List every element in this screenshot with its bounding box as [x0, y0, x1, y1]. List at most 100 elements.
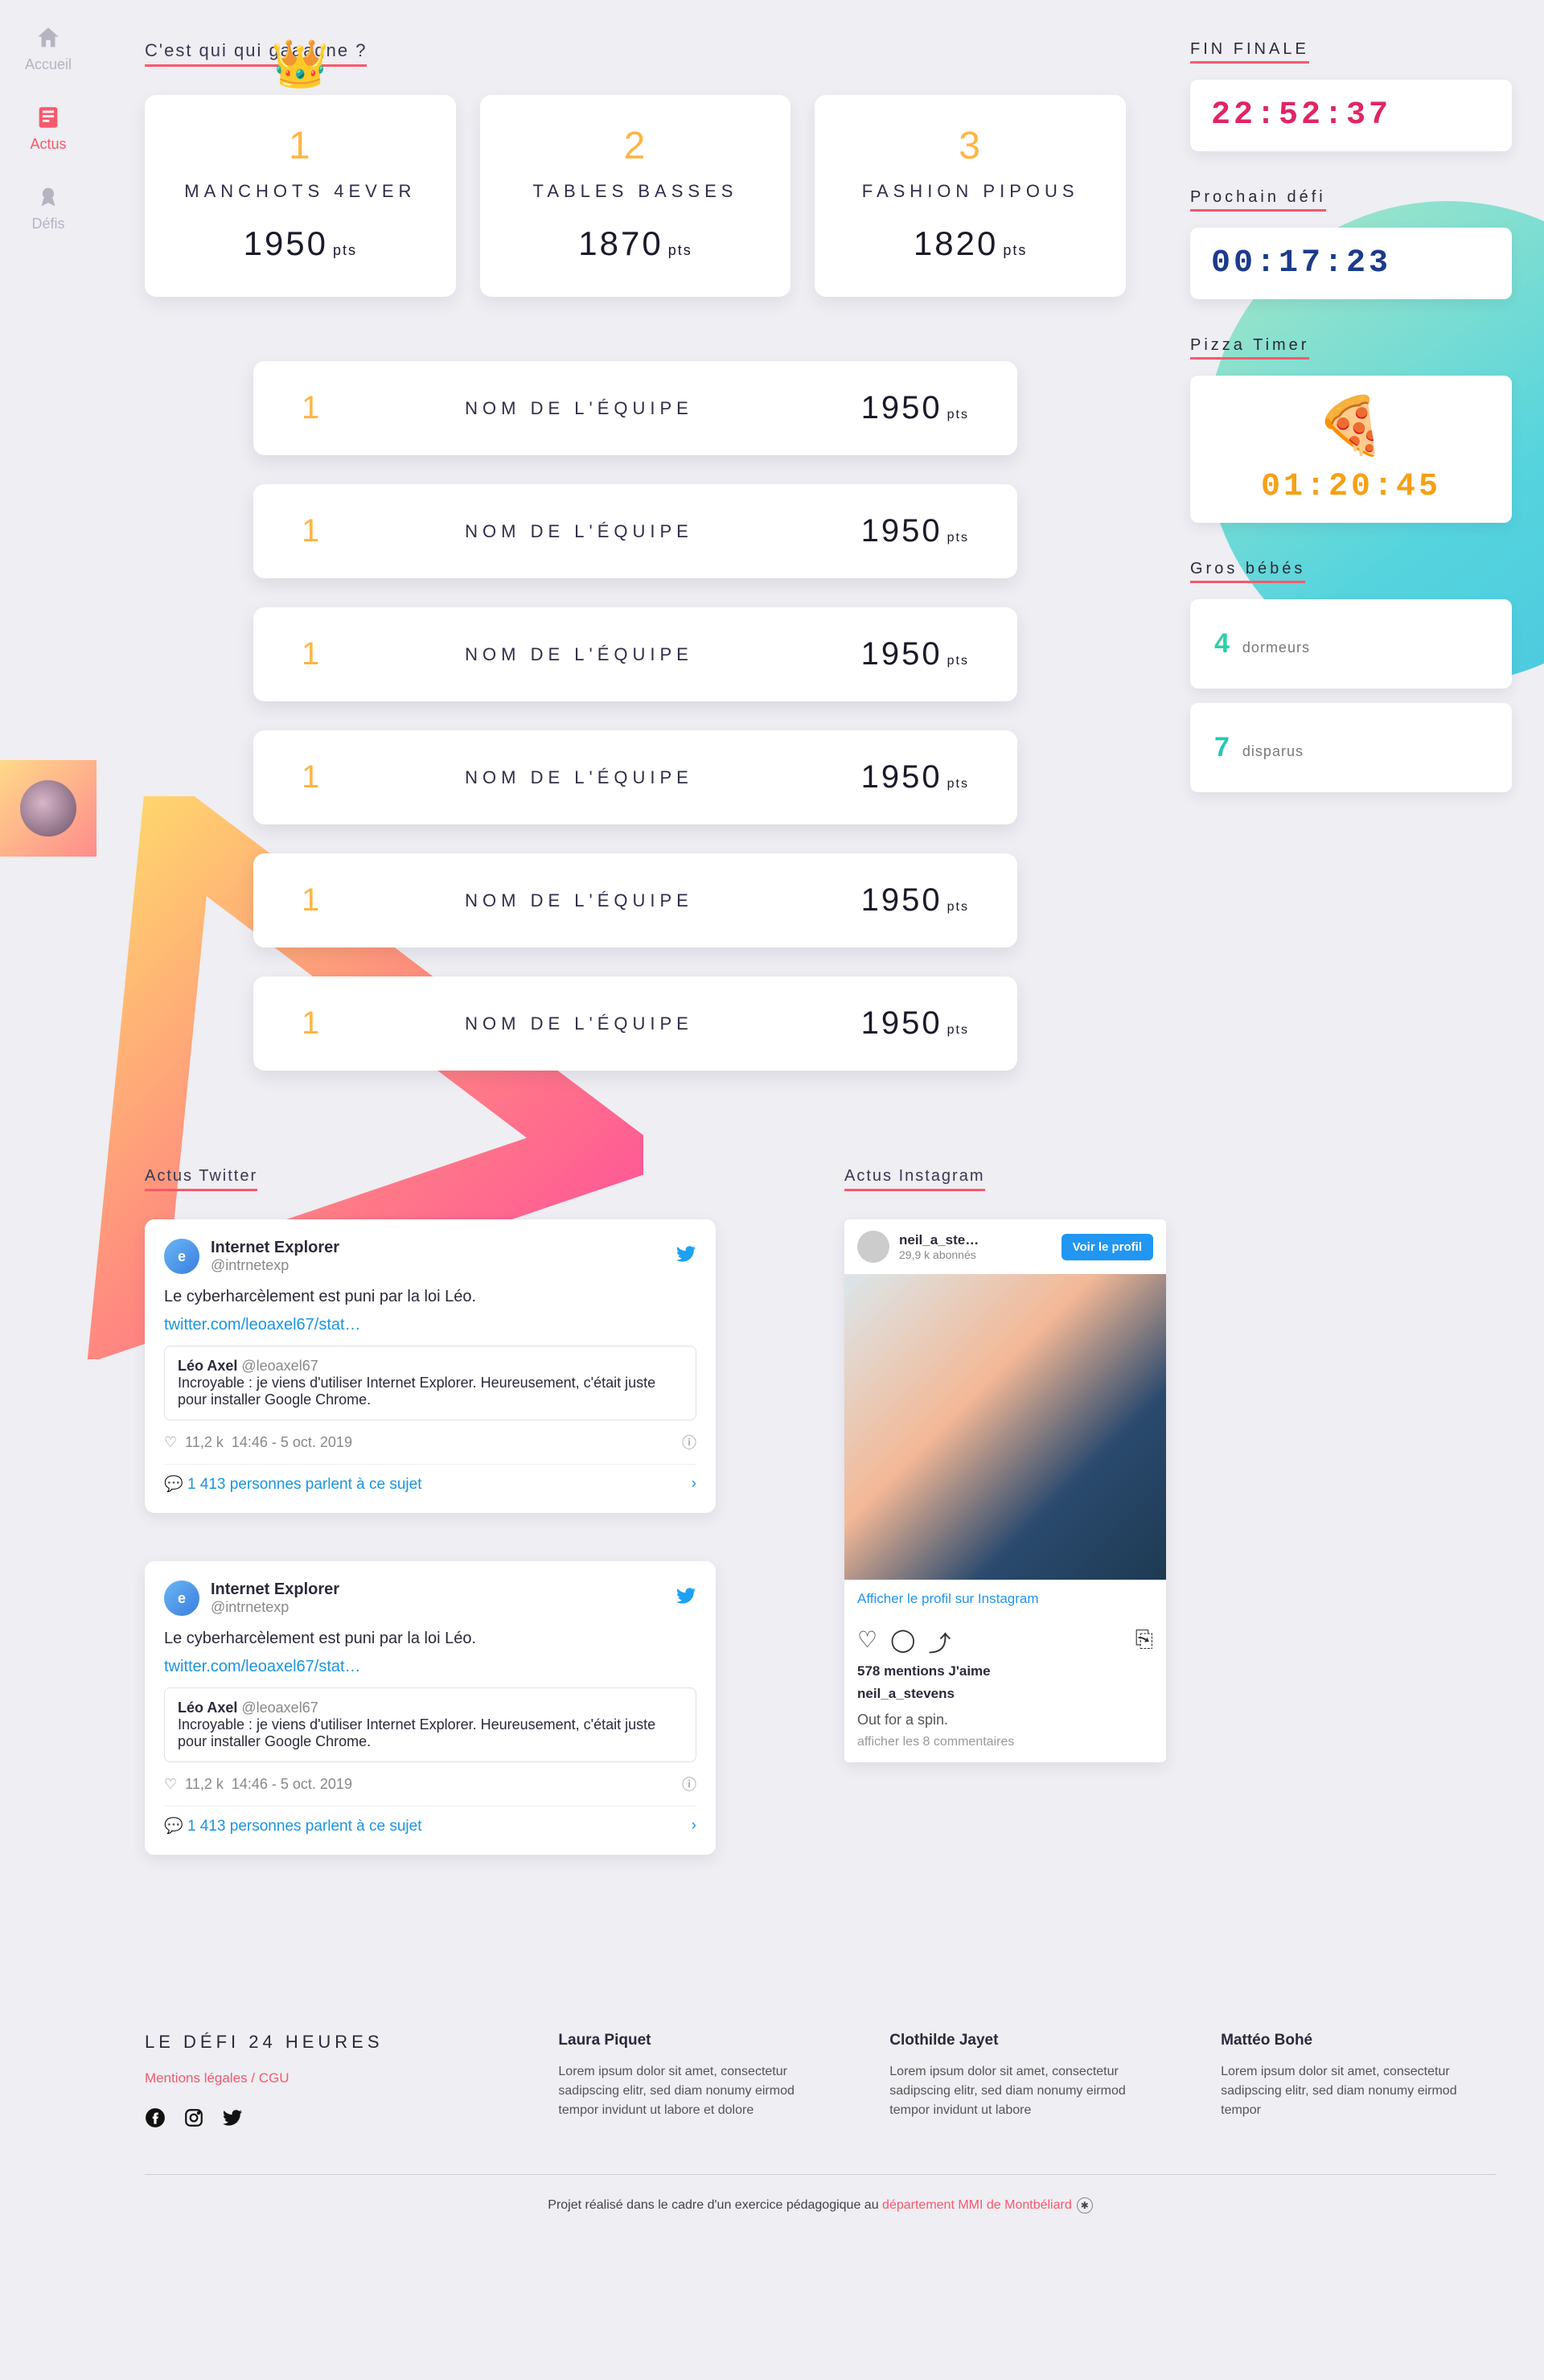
footer-col: Mattéo Bohé Lorem ipsum dolor sit amet, … — [1221, 2032, 1496, 2134]
tweet-talk-link[interactable]: 💬 1 413 personnes parlent à ce sujet › — [164, 1464, 696, 1494]
tweet-meta: ♡ 11,2 k 14:46 - 5 oct. 2019 ⓘ — [164, 1774, 696, 1794]
timer-next-value: 00:17:23 — [1211, 245, 1491, 282]
tweet-quote[interactable]: Léo Axel @leoaxel67 Incroyable : je vien… — [164, 1346, 696, 1420]
info-icon[interactable]: ⓘ — [682, 1432, 696, 1453]
widget-next: Prochain défi 00:17:23 — [1190, 188, 1512, 299]
instagram-followers: 29,9 k abonnés — [899, 1248, 979, 1261]
instagram-view-profile-button[interactable]: Voir le profil — [1062, 1234, 1153, 1260]
facebook-icon[interactable] — [145, 2107, 166, 2134]
podium-team: FASHION PIPOUS — [831, 181, 1110, 202]
twitter-feed: Actus Twitter e Internet Explorer @intrn… — [145, 1167, 716, 1903]
tweet-link[interactable]: twitter.com/leoaxel67/stat… — [164, 1316, 361, 1334]
right-widgets: FIN FINALE 22:52:37 Prochain défi 00:17:… — [1190, 40, 1512, 1071]
nav-home[interactable]: Accueil — [25, 24, 72, 73]
heart-icon[interactable]: ♡ — [164, 1434, 177, 1451]
tweet-link[interactable]: twitter.com/leoaxel67/stat… — [164, 1658, 361, 1675]
heart-icon[interactable]: ♡ — [857, 1626, 877, 1659]
pizza-icon: 🍕 — [1211, 393, 1491, 459]
user-avatar-card[interactable] — [0, 760, 96, 857]
instagram-icon[interactable] — [183, 2107, 204, 2134]
widget-babies: Gros bébés 4dormeurs 7disparus — [1190, 560, 1512, 792]
timer-final-value: 22:52:37 — [1211, 97, 1491, 134]
tweet-user: Internet Explorer — [211, 1239, 339, 1257]
widget-final: FIN FINALE 22:52:37 — [1190, 40, 1512, 151]
podium-points: 1950pts — [161, 224, 440, 263]
twitter-bird-icon — [676, 1243, 696, 1270]
instagram-comments-link[interactable]: afficher les 8 commentaires — [844, 1732, 1166, 1762]
team-row[interactable]: 1 NOM DE L'ÉQUIPE 1950pts — [253, 976, 1017, 1071]
tweet-body: Le cyberharcèlement est puni par la loi … — [164, 1627, 696, 1650]
instagram-feed: Actus Instagram neil_a_ste… 29,9 k abonn… — [844, 1167, 1415, 1903]
podium-card-1[interactable]: 👑 1 MANCHOTS 4EVER 1950pts — [145, 95, 456, 297]
instagram-image[interactable] — [844, 1274, 1166, 1580]
podium-points: 1870pts — [496, 224, 775, 263]
tweet-handle: @intrnetexp — [211, 1599, 339, 1616]
instagram-card[interactable]: neil_a_ste… 29,9 k abonnés Voir le profi… — [844, 1219, 1166, 1762]
twitter-icon[interactable] — [222, 2107, 243, 2134]
podium-card-2[interactable]: 2 TABLES BASSES 1870pts — [480, 95, 791, 297]
comment-icon[interactable]: ◯ — [890, 1626, 915, 1659]
team-row[interactable]: 1 NOM DE L'ÉQUIPE 1950pts — [253, 607, 1017, 701]
podium-team: TABLES BASSES — [496, 181, 775, 202]
twitter-bird-icon — [676, 1585, 696, 1612]
footer-col: Clothilde Jayet Lorem ipsum dolor sit am… — [889, 2032, 1164, 2134]
nav-defis[interactable]: Défis — [31, 183, 64, 232]
missing-count: 7 — [1214, 732, 1230, 763]
widget-babies-title: Gros bébés — [1190, 560, 1305, 583]
tweet-talk-link[interactable]: 💬 1 413 personnes parlent à ce sujet › — [164, 1806, 696, 1835]
podium-team: MANCHOTS 4EVER — [161, 181, 440, 202]
instagram-username: neil_a_stevens — [844, 1684, 1166, 1704]
podium-points: 1820pts — [831, 224, 1110, 263]
timer-pizza-value: 01:20:45 — [1211, 469, 1491, 505]
footer-bottom: Projet réalisé dans le cadre d'un exerci… — [145, 2175, 1496, 2214]
nav-actus-label: Actus — [30, 136, 66, 153]
social-feeds: Actus Twitter e Internet Explorer @intrn… — [121, 1135, 1448, 1983]
widget-final-title: FIN FINALE — [1190, 40, 1309, 64]
instagram-avatar-icon — [857, 1231, 889, 1263]
missing-label: disparus — [1242, 743, 1304, 760]
instagram-user: neil_a_ste… — [899, 1232, 979, 1248]
share-icon[interactable]: ⤴ — [928, 1626, 951, 1659]
team-row[interactable]: 1 NOM DE L'ÉQUIPE 1950pts — [253, 730, 1017, 824]
side-nav: Accueil Actus Défis — [0, 0, 96, 232]
nav-home-label: Accueil — [25, 56, 72, 73]
podium-rank: 3 — [831, 124, 1110, 168]
podium-card-3[interactable]: 3 FASHION PIPOUS 1820pts — [815, 95, 1126, 297]
footer-legal-link[interactable]: Mentions légales / CGU — [145, 2070, 502, 2086]
tweet-avatar-icon: e — [164, 1239, 199, 1274]
news-icon — [35, 104, 62, 131]
instagram-feed-title: Actus Instagram — [844, 1167, 985, 1191]
sleepers-label: dormeurs — [1242, 639, 1310, 656]
podium-rank: 2 — [496, 124, 775, 168]
tweet-user: Internet Explorer — [211, 1581, 339, 1599]
comment-icon: 💬 — [164, 1818, 183, 1835]
tweet-meta: ♡ 11,2 k 14:46 - 5 oct. 2019 ⓘ — [164, 1432, 696, 1453]
footer-dept-link[interactable]: département MMI de Montbéliard — [882, 2198, 1072, 2212]
nav-actus[interactable]: Actus — [30, 104, 66, 153]
comment-icon: 💬 — [164, 1476, 183, 1493]
team-row[interactable]: 1 NOM DE L'ÉQUIPE 1950pts — [253, 853, 1017, 947]
user-avatar-icon — [20, 780, 76, 836]
team-row[interactable]: 1 NOM DE L'ÉQUIPE 1950pts — [253, 484, 1017, 578]
instagram-profile-link[interactable]: Afficher le profil sur Instagram — [844, 1580, 1166, 1618]
team-list: 1 NOM DE L'ÉQUIPE 1950pts 1 NOM DE L'ÉQU… — [145, 361, 1126, 1071]
heart-icon[interactable]: ♡ — [164, 1776, 177, 1793]
crown-icon: 👑 — [271, 37, 329, 92]
podium-rank: 1 — [161, 124, 440, 168]
tweet-card[interactable]: e Internet Explorer @intrnetexp Le cyber… — [145, 1219, 716, 1513]
team-row[interactable]: 1 NOM DE L'ÉQUIPE 1950pts — [253, 361, 1017, 455]
bookmark-icon[interactable]: ⎘ — [1135, 1626, 1153, 1659]
tweet-avatar-icon: e — [164, 1581, 199, 1616]
badge-icon — [35, 183, 62, 211]
widget-next-title: Prochain défi — [1190, 188, 1326, 212]
instagram-likes: 578 mentions J'aime — [844, 1659, 1166, 1684]
tweet-body: Le cyberharcèlement est puni par la loi … — [164, 1285, 696, 1308]
info-icon[interactable]: ⓘ — [682, 1774, 696, 1794]
widget-pizza-title: Pizza Timer — [1190, 336, 1309, 360]
footer-col: Laura Piquet Lorem ipsum dolor sit amet,… — [558, 2032, 833, 2134]
instagram-caption: Out for a spin. — [844, 1704, 1166, 1732]
tweet-quote[interactable]: Léo Axel @leoaxel67 Incroyable : je vien… — [164, 1687, 696, 1762]
tweet-card[interactable]: e Internet Explorer @intrnetexp Le cyber… — [145, 1561, 716, 1855]
leaderboard-title: C'est qui qui gaaagne ? — [145, 40, 367, 67]
tweet-handle: @intrnetexp — [211, 1257, 339, 1274]
